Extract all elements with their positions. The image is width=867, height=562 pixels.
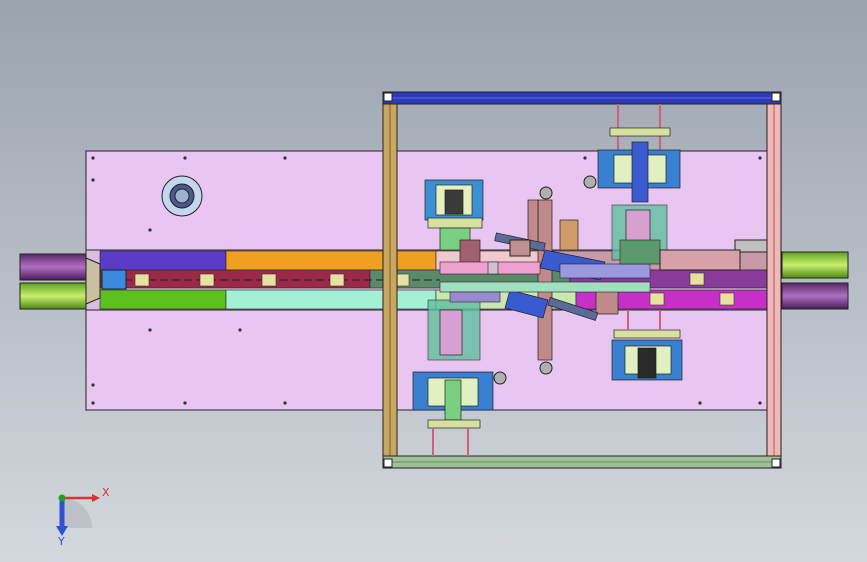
knob-lower-left[interactable] — [493, 371, 507, 385]
frame-post-left[interactable] — [382, 91, 398, 469]
knob-upper-center[interactable] — [539, 186, 553, 200]
roller-right-bottom[interactable] — [781, 282, 849, 310]
roller-left-top[interactable] — [19, 253, 87, 281]
knob-upper-right[interactable] — [583, 175, 597, 189]
cad-viewport[interactable]: X Y — [0, 0, 867, 562]
upper-rod-block — [509, 239, 531, 257]
frame-beam-bottom[interactable] — [382, 455, 782, 469]
flange-part[interactable] — [161, 175, 203, 217]
roller-left-bottom[interactable] — [19, 282, 87, 310]
knob-lower-center[interactable] — [539, 361, 553, 375]
blue-end-block — [101, 269, 127, 290]
triad-x-label: X — [102, 486, 110, 499]
roller-right-top[interactable] — [781, 251, 849, 279]
frame-beam-top[interactable] — [382, 91, 782, 105]
roller-left-bracket — [85, 257, 101, 305]
triad-y-label: Y — [57, 535, 65, 548]
cad-drawing-canvas[interactable]: X Y — [0, 0, 867, 562]
right-upper-plate — [659, 249, 741, 271]
frame-post-right[interactable] — [766, 91, 782, 469]
